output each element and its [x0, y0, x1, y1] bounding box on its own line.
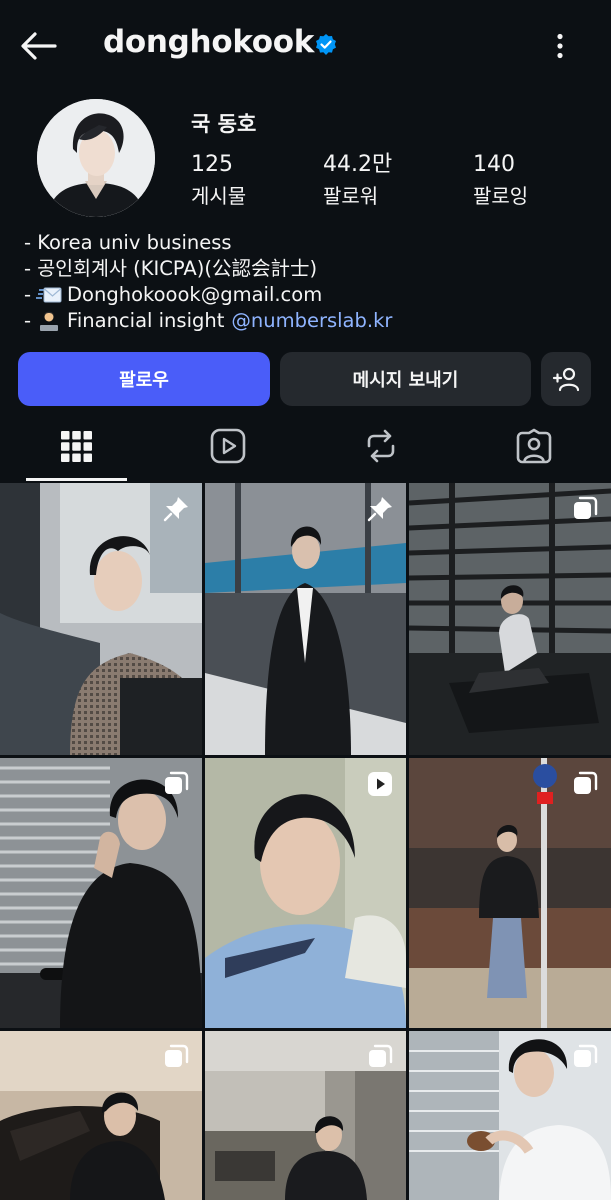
tab-posts-grid[interactable]: [0, 410, 152, 482]
stat-followers-count: 44.2만: [323, 152, 393, 177]
post-photo: [409, 758, 611, 1028]
post-thumbnail[interactable]: [0, 483, 202, 755]
pin-icon: [367, 497, 392, 522]
post-thumbnail[interactable]: [409, 1031, 611, 1200]
post-thumbnail[interactable]: [0, 758, 202, 1028]
profile-tabs: [0, 410, 611, 482]
carousel-icon: [574, 771, 598, 794]
reel-icon: [368, 772, 392, 796]
bio-line-education: - Korea univ business: [24, 231, 232, 254]
post-photo: [409, 483, 611, 755]
pin-icon: [163, 497, 188, 522]
verified-badge-icon: [316, 34, 336, 55]
back-arrow-icon: [21, 32, 57, 60]
reposts-icon: [367, 429, 395, 463]
follow-button[interactable]: 팔로우: [18, 352, 270, 406]
top-bar: donghokook: [0, 0, 611, 92]
add-person-icon: [552, 367, 580, 392]
carousel-icon: [574, 496, 598, 519]
carousel-icon: [369, 1044, 393, 1067]
post-photo: [205, 758, 406, 1028]
bio-email-text[interactable]: Donghokoook@gmail.com: [67, 282, 322, 308]
bio-bullet: -: [24, 283, 32, 306]
back-button[interactable]: [14, 22, 62, 70]
post-thumbnail[interactable]: [205, 483, 406, 755]
bio-line-insight: - Financial insight @numberslab.kr: [24, 308, 392, 334]
bio-insight-text: Financial insight: [67, 309, 225, 332]
profile-username: donghokook: [103, 24, 315, 60]
avatar-photo: [37, 99, 155, 217]
stat-following-count: 140: [473, 152, 515, 177]
post-thumbnail[interactable]: [409, 758, 611, 1028]
carousel-icon: [165, 771, 189, 794]
message-button[interactable]: 메시지 보내기: [280, 352, 531, 406]
bio-mention-link[interactable]: @numberslab.kr: [231, 308, 392, 334]
stat-followers-label: 팔로워: [323, 184, 379, 208]
post-thumbnail[interactable]: [205, 1031, 406, 1200]
more-options-button[interactable]: [540, 24, 580, 68]
suggest-people-button[interactable]: [541, 352, 591, 406]
tab-reels[interactable]: [152, 410, 304, 482]
tab-reposts[interactable]: [305, 410, 457, 482]
post-photo: [0, 483, 202, 755]
post-thumbnail[interactable]: [0, 1031, 202, 1200]
grid-icon: [60, 430, 92, 462]
post-photo: [205, 483, 406, 755]
stat-posts[interactable]: 125 게시물: [191, 151, 246, 211]
bio-line-email: - Donghokoook@gmail.com: [24, 282, 392, 308]
stat-following-label: 팔로잉: [473, 184, 529, 208]
profile-bio: - Korea univ business - 공인회계사 (KICPA)(公認…: [24, 230, 392, 334]
more-vertical-icon: [557, 33, 563, 59]
active-tab-indicator: [26, 478, 127, 481]
envelope-icon: [36, 287, 62, 303]
posts-grid: [0, 483, 611, 1200]
bio-line-profession: - 공인회계사 (KICPA)(公認会計士): [24, 257, 318, 280]
profile-avatar[interactable]: [37, 99, 155, 217]
tagged-icon: [516, 428, 552, 464]
tab-tagged[interactable]: [458, 410, 610, 482]
carousel-icon: [165, 1044, 189, 1067]
stat-following[interactable]: 140 팔로잉: [473, 151, 528, 211]
stat-posts-count: 125: [191, 152, 233, 177]
stat-followers[interactable]: 44.2만 팔로워: [323, 151, 392, 211]
carousel-icon: [574, 1044, 598, 1067]
stat-posts-label: 게시물: [191, 184, 247, 208]
post-photo: [0, 758, 202, 1028]
post-thumbnail[interactable]: [409, 483, 611, 755]
person-at-laptop-icon: [40, 311, 59, 331]
reels-icon: [210, 428, 246, 464]
post-thumbnail[interactable]: [205, 758, 406, 1028]
bio-bullet: -: [24, 309, 32, 332]
profile-display-name: 국 동호: [191, 112, 257, 136]
